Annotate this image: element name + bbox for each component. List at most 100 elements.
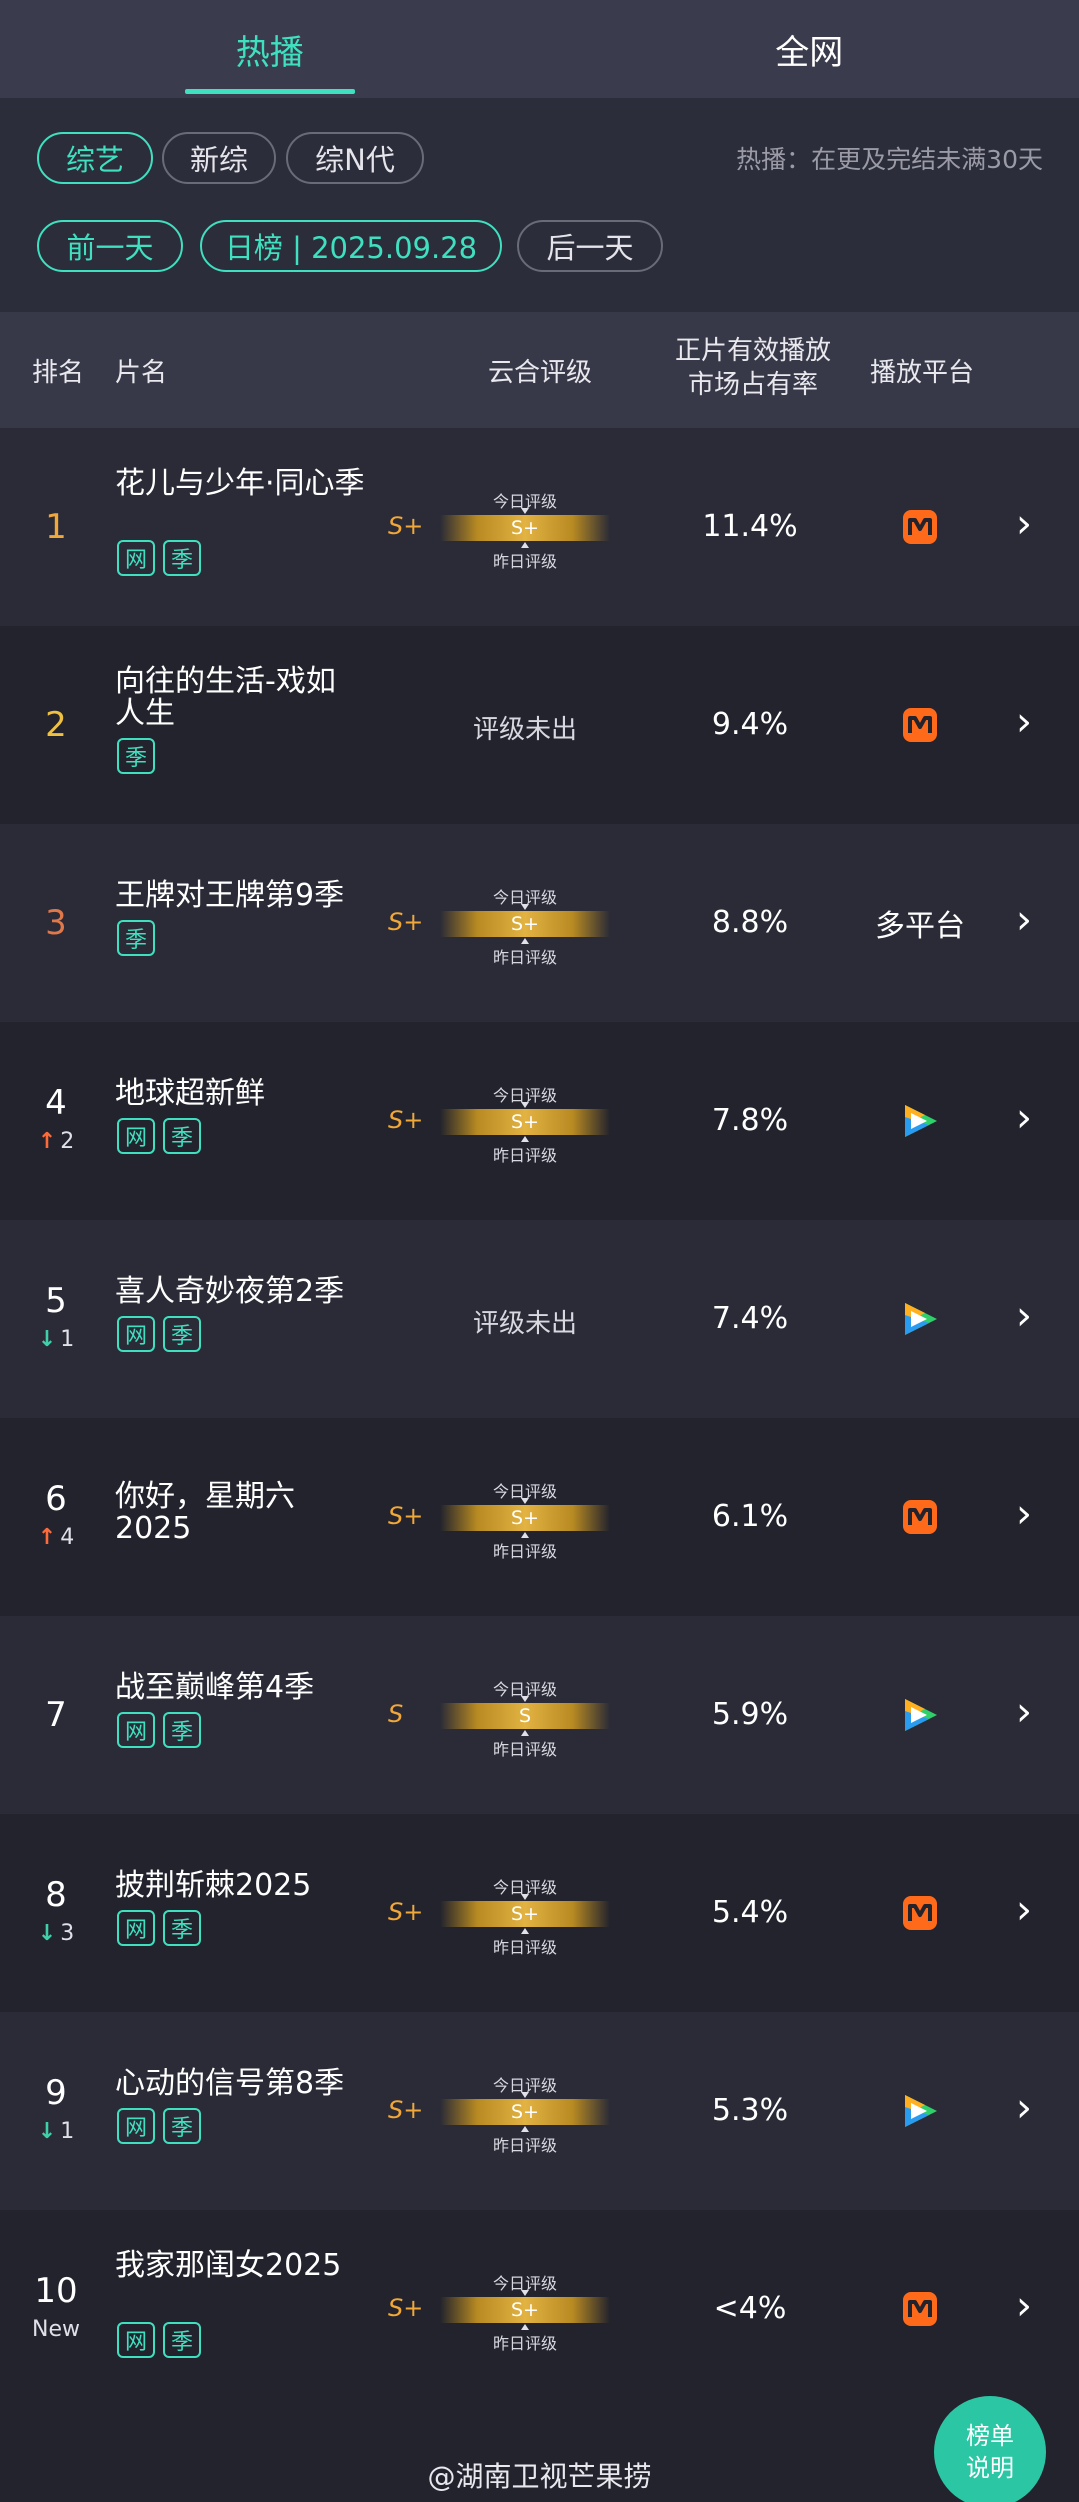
show-tags: 网季 [117, 1712, 201, 1748]
chevron-right-icon[interactable]: › [1016, 1689, 1032, 1735]
prev-day-button[interactable]: 前一天 [37, 220, 183, 272]
ranking-row[interactable]: 2 向往的生活-戏如人生季 评级未出 9.4% › [0, 626, 1079, 824]
show-tags: 网季 [117, 2108, 201, 2144]
show-tags: 网季 [117, 2322, 201, 2358]
grade-letter: S+ [388, 1106, 424, 1134]
rating-bar: S+ [440, 1109, 610, 1135]
yesterday-rating-label: 昨日评级 [492, 552, 557, 571]
market-share: 11.4% [702, 509, 798, 544]
chevron-right-icon[interactable]: › [1016, 501, 1032, 547]
chip-sequel-variety[interactable]: 综N代 [286, 132, 424, 184]
tencent-video-icon[interactable] [860, 1294, 980, 1344]
grade-letter: S+ [388, 908, 424, 936]
next-day-button[interactable]: 后一天 [517, 220, 663, 272]
tencent-video-icon[interactable] [860, 1690, 980, 1740]
platform-multi[interactable]: 多平台 [860, 898, 980, 948]
mango-tv-icon[interactable] [860, 502, 980, 552]
mango-tv-icon[interactable] [860, 700, 980, 750]
rank-change-value: 1 [60, 2119, 75, 2144]
fab-line2: 说明 [966, 2454, 1014, 2482]
chevron-right-icon[interactable]: › [1016, 2283, 1032, 2329]
pointer-down-icon [521, 2290, 529, 2296]
chevron-right-icon[interactable]: › [1016, 2085, 1032, 2131]
ranking-row[interactable]: 4 ↑ 2 地球超新鲜网季 S+ 今日评级 S+ 昨日评级 7.8% › [0, 1022, 1079, 1220]
yesterday-rating-label: 昨日评级 [492, 1542, 557, 1561]
show-title: 战至巅峰第4季 [115, 1670, 315, 1705]
tab-all[interactable]: 全网 [540, 0, 1079, 98]
market-share: 8.8% [711, 905, 789, 940]
ranking-row[interactable]: 3 王牌对王牌第9季季 S+ 今日评级 S+ 昨日评级 8.8% 多平台 › [0, 824, 1079, 1022]
chevron-right-icon[interactable]: › [1016, 897, 1032, 943]
rank-change: ↓ 1 [0, 1327, 112, 1352]
show-tag: 季 [163, 1910, 201, 1946]
grade-letter: S [388, 1700, 404, 1728]
chevron-right-icon[interactable]: › [1016, 1293, 1032, 1339]
show-title: 你好，星期六2025 [115, 1479, 295, 1546]
show-tag: 网 [117, 540, 155, 576]
filter-panel: 综艺 新综 综N代 热播：在更及完结未满30天 前一天 日榜 | 2025.09… [0, 98, 1079, 312]
tencent-video-icon[interactable] [860, 1096, 980, 1146]
show-tag: 季 [163, 540, 201, 576]
ranking-row[interactable]: 5 ↓ 1 喜人奇妙夜第2季网季评级未出 7.4% › [0, 1220, 1079, 1418]
ranking-info-button[interactable]: 榜单 说明 [934, 2396, 1046, 2502]
rank-change: ↑ 2 [0, 1129, 112, 1154]
header-rank: 排名 [32, 358, 85, 388]
show-tags: 网季 [117, 1910, 201, 1946]
rank-number: 9 [45, 2073, 67, 2113]
ranking-row[interactable]: 1 花儿与少年·同心季网季 S+ 今日评级 S+ 昨日评级 11.4% › [0, 428, 1079, 626]
header-title: 片名 [115, 358, 168, 388]
mango-tv-icon[interactable] [860, 2284, 980, 2334]
header-share-line2: 市场占有率 [687, 370, 818, 400]
arrow-up-icon: ↑ [37, 1129, 57, 1154]
rank-change: ↓ 1 [0, 2119, 112, 2144]
rank-change: ↓ 3 [0, 1921, 112, 1946]
top-tab-bar: 热播 全网 [0, 0, 1079, 98]
show-tags: 网季 [117, 1118, 201, 1154]
yesterday-rating-label: 昨日评级 [492, 2136, 557, 2155]
arrow-up-icon: ↑ [37, 1525, 57, 1550]
tab-hot[interactable]: 热播 [0, 0, 540, 98]
show-title: 我家那闺女2025 [115, 2248, 342, 2283]
rank-number: 8 [45, 1875, 67, 1915]
show-tags: 季 [117, 920, 155, 956]
weibo-watermark: @湖南卫视芒果捞 [427, 2460, 652, 2493]
chevron-right-icon[interactable]: › [1016, 1491, 1032, 1537]
rating-pending: 评级未出 [472, 1309, 577, 1339]
rating-bar: S [440, 1703, 610, 1729]
show-tag: 季 [163, 2322, 201, 2358]
chevron-right-icon[interactable]: › [1016, 1887, 1032, 1933]
market-share: 9.4% [711, 707, 789, 742]
yesterday-rating-label: 昨日评级 [492, 2334, 557, 2353]
rank-number: 10 [34, 2271, 78, 2311]
date-selector[interactable]: 日榜 | 2025.09.28 [200, 220, 502, 272]
rank-change-value: 1 [60, 1327, 75, 1352]
mango-tv-icon[interactable] [860, 1492, 980, 1542]
arrow-down-icon: ↓ [37, 1921, 57, 1946]
show-title: 花儿与少年·同心季 [115, 466, 365, 501]
yesterday-rating-label: 昨日评级 [492, 948, 557, 967]
rank-change-value: 2 [60, 1129, 75, 1154]
show-tag: 网 [117, 1118, 155, 1154]
chevron-right-icon[interactable]: › [1016, 1095, 1032, 1141]
grade-letter: S+ [388, 2096, 424, 2124]
market-share: 5.3% [711, 2093, 789, 2128]
show-tag: 季 [163, 1316, 201, 1352]
rating-gauge: 今日评级 S+ 昨日评级 [440, 884, 610, 967]
mango-tv-icon[interactable] [860, 1888, 980, 1938]
ranking-row[interactable]: 6 ↑ 4 你好，星期六2025 S+ 今日评级 S+ 昨日评级 6.1% › [0, 1418, 1079, 1616]
rank-number: 6 [45, 1479, 67, 1519]
chip-variety[interactable]: 综艺 [37, 132, 153, 184]
rank-number: 5 [45, 1281, 67, 1321]
tencent-video-icon[interactable] [860, 2086, 980, 2136]
ranking-row[interactable]: 7 战至巅峰第4季网季 S 今日评级 S 昨日评级 5.9% › [0, 1616, 1079, 1814]
chip-new-variety[interactable]: 新综 [162, 132, 276, 184]
grade-letter: S+ [388, 512, 424, 540]
ranking-row[interactable]: 9 ↓ 1 心动的信号第8季网季 S+ 今日评级 S+ 昨日评级 5.3% › [0, 2012, 1079, 2210]
rank-number: 4 [45, 1083, 67, 1123]
show-title: 心动的信号第8季 [115, 2066, 345, 2101]
header-platform: 播放平台 [870, 358, 975, 388]
ranking-row[interactable]: 10 New 我家那闺女2025 网季 S+ 今日评级 S+ 昨日评级 <4% › [0, 2210, 1079, 2408]
chevron-right-icon[interactable]: › [1016, 699, 1032, 745]
tab-hot-label: 热播 [235, 32, 304, 73]
ranking-row[interactable]: 8 ↓ 3 披荆斩棘2025 网季 S+ 今日评级 S+ 昨日评级 5.4% › [0, 1814, 1079, 2012]
